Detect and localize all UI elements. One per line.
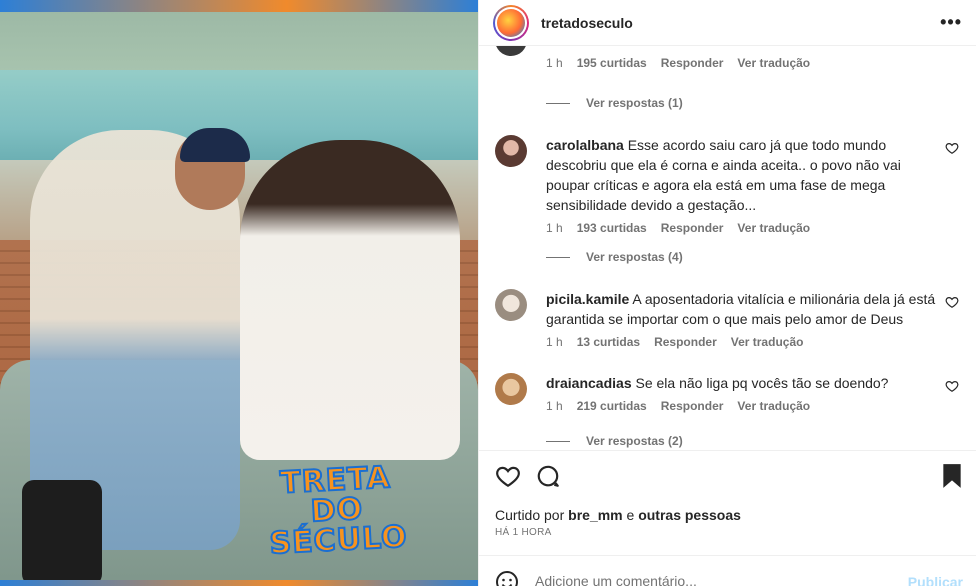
translate-button[interactable]: Ver tradução bbox=[737, 56, 810, 70]
translate-button[interactable]: Ver tradução bbox=[737, 221, 810, 235]
commenter-avatar[interactable] bbox=[495, 289, 527, 321]
comments-list[interactable]: 1 h 195 curtidas Responder Ver tradução … bbox=[479, 46, 976, 450]
comment-item: carolalbana Esse acordo saiu caro já que… bbox=[495, 135, 967, 235]
commenter-avatar[interactable] bbox=[495, 373, 527, 405]
view-replies-button[interactable]: Ver respostas (2) bbox=[546, 434, 683, 448]
liked-by-text: Curtido por bre_mm e outras pessoas bbox=[495, 507, 741, 523]
comment-item: picila.kamile A aposentadoria vitalícia … bbox=[495, 289, 967, 349]
like-comment-heart-icon[interactable] bbox=[945, 379, 959, 393]
action-icons-row bbox=[495, 463, 963, 493]
reply-button[interactable]: Responder bbox=[661, 221, 724, 235]
comment-likes[interactable]: 193 curtidas bbox=[577, 221, 647, 235]
reply-button[interactable]: Responder bbox=[654, 335, 717, 349]
view-replies-button[interactable]: Ver respostas (1) bbox=[546, 96, 683, 110]
translate-button[interactable]: Ver tradução bbox=[731, 335, 804, 349]
post-side-panel: tretadoseculo ••• 1 h 195 curtidas Respo… bbox=[478, 0, 976, 586]
image-person-right bbox=[240, 140, 460, 460]
emoji-icon[interactable] bbox=[495, 570, 519, 586]
comment-username[interactable]: picila.kamile bbox=[546, 291, 629, 307]
profile-avatar[interactable] bbox=[493, 4, 529, 41]
like-comment-heart-icon[interactable] bbox=[945, 295, 959, 309]
comment-meta: 1 h 219 curtidas Responder Ver tradução bbox=[546, 399, 967, 413]
comment-text-block: draiancadias Se ela não liga pq vocês tã… bbox=[546, 373, 944, 393]
comment-text-block: carolalbana Esse acordo saiu caro já que… bbox=[546, 135, 944, 215]
image-watermark: TRETA DO SÉCULO bbox=[268, 459, 410, 562]
more-options-icon[interactable]: ••• bbox=[940, 12, 962, 33]
reply-button[interactable]: Responder bbox=[661, 56, 724, 70]
comment-meta: 1 h 13 curtidas Responder Ver tradução bbox=[546, 335, 967, 349]
image-bottom-banner bbox=[0, 580, 478, 586]
image-boot bbox=[22, 480, 102, 586]
liked-by-others[interactable]: outras pessoas bbox=[638, 507, 741, 523]
post-header: tretadoseculo ••• bbox=[479, 0, 976, 46]
post-image[interactable]: TRETA DO SÉCULO bbox=[0, 0, 478, 586]
post-timestamp[interactable]: HÁ 1 HORA bbox=[495, 527, 552, 538]
post-actions-section: Curtido por bre_mm e outras pessoas HÁ 1… bbox=[479, 450, 976, 586]
brand-logo-icon bbox=[497, 8, 525, 37]
like-comment-heart-icon[interactable] bbox=[945, 141, 959, 155]
comment-item: draiancadias Se ela não liga pq vocês tã… bbox=[495, 373, 967, 413]
reply-button[interactable]: Responder bbox=[661, 399, 724, 413]
comment-likes[interactable]: 219 curtidas bbox=[577, 399, 647, 413]
view-replies-button[interactable]: Ver respostas (4) bbox=[546, 250, 683, 264]
comment-likes[interactable]: 195 curtidas bbox=[577, 56, 647, 70]
comment-time: 1 h bbox=[546, 335, 563, 349]
commenter-avatar[interactable] bbox=[495, 135, 527, 167]
liked-by-user[interactable]: bre_mm bbox=[568, 507, 622, 523]
comment-time: 1 h bbox=[546, 221, 563, 235]
translate-button[interactable]: Ver tradução bbox=[737, 399, 810, 413]
commenter-avatar[interactable] bbox=[495, 46, 527, 56]
comment-meta: 1 h 193 curtidas Responder Ver tradução bbox=[546, 221, 967, 235]
comment-username[interactable]: carolalbana bbox=[546, 137, 624, 153]
like-heart-icon[interactable] bbox=[495, 463, 521, 489]
comment-bubble-icon[interactable] bbox=[535, 463, 561, 489]
image-top-banner bbox=[0, 0, 478, 12]
comment-text: Se ela não liga pq vocês tão se doendo? bbox=[635, 375, 889, 391]
comment-time: 1 h bbox=[546, 56, 563, 70]
comment-text-block: picila.kamile A aposentadoria vitalícia … bbox=[546, 289, 944, 329]
profile-username[interactable]: tretadoseculo bbox=[541, 15, 633, 31]
comment-likes[interactable]: 13 curtidas bbox=[577, 335, 640, 349]
comment-input[interactable] bbox=[535, 573, 895, 586]
add-comment-row: Publicar bbox=[479, 555, 976, 586]
publish-button[interactable]: Publicar bbox=[908, 574, 963, 586]
comment-time: 1 h bbox=[546, 399, 563, 413]
comment-meta: 1 h 195 curtidas Responder Ver tradução bbox=[546, 56, 967, 70]
comment-username[interactable]: draiancadias bbox=[546, 375, 632, 391]
comment-item: 1 h 195 curtidas Responder Ver tradução bbox=[495, 46, 967, 70]
save-bookmark-icon[interactable] bbox=[941, 463, 963, 489]
